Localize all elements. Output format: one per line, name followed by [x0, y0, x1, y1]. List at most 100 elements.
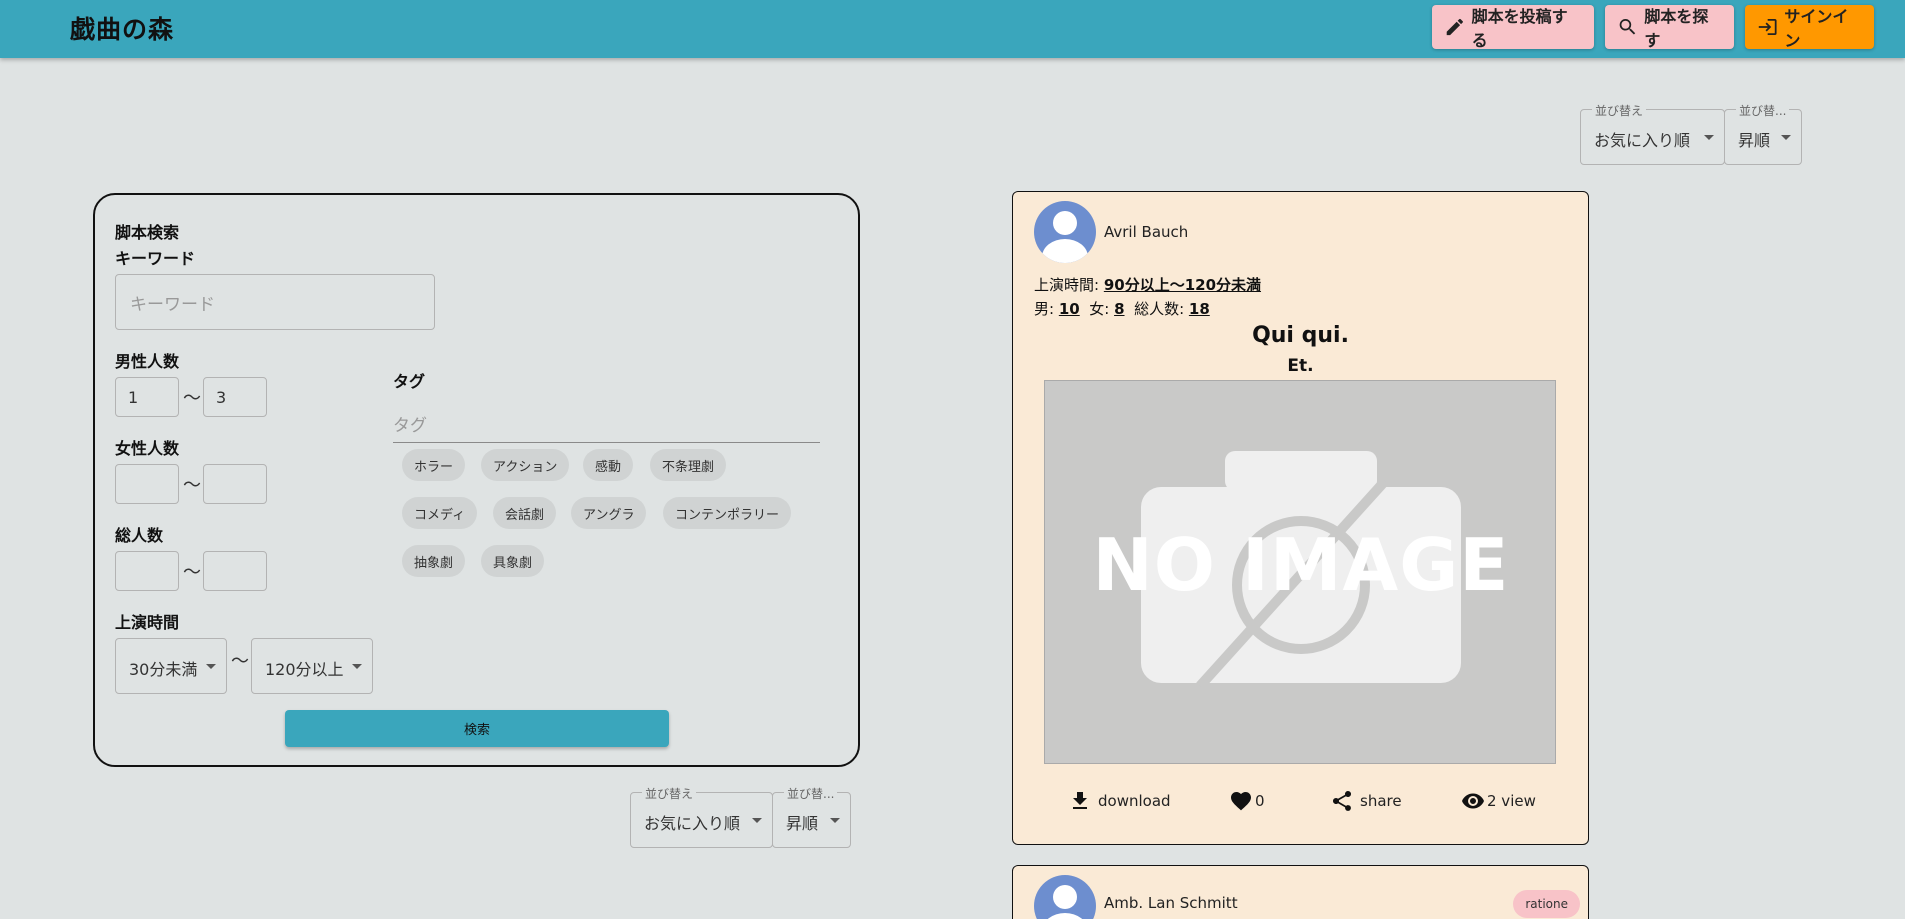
view-count-label: 2 view	[1487, 792, 1536, 810]
tag-chip[interactable]: コンテンポラリー	[663, 497, 792, 529]
eye-icon	[1462, 793, 1484, 809]
female-count-label: 女性人数	[115, 439, 180, 458]
order-select-label: 並び替...	[784, 785, 838, 802]
view-count: 2 view	[1461, 786, 1536, 816]
post-script-button[interactable]: 脚本を投稿する	[1432, 5, 1594, 50]
range-tilde: 〜	[183, 562, 201, 583]
sort-select-bottom[interactable]: 並び替え お気に入り順	[630, 785, 773, 848]
heart-icon	[1231, 792, 1251, 811]
share-button[interactable]: share	[1330, 786, 1402, 816]
tag-chip[interactable]: 不条理劇	[650, 449, 727, 481]
tag-input[interactable]: タグ	[393, 409, 820, 443]
find-script-label: 脚本を探す	[1644, 7, 1709, 50]
male-count-label: 男性人数	[115, 352, 180, 371]
tag-chip[interactable]: 抽象劇	[402, 545, 466, 577]
pencil-icon	[1446, 18, 1463, 36]
search-submit-button[interactable]: 検索	[285, 710, 669, 747]
performance-time-label: 上演時間	[115, 613, 180, 632]
total-value[interactable]: 18	[1189, 300, 1210, 318]
author-name[interactable]: Amb. Lan Schmitt	[1104, 894, 1238, 912]
caret-down-icon	[752, 818, 762, 823]
sign-in-label: サインイン	[1784, 7, 1849, 50]
time-max-select[interactable]: 120分以上	[251, 638, 373, 694]
total-min-input[interactable]	[115, 551, 179, 591]
sort-select-top[interactable]: 並び替え お気に入り順	[1580, 102, 1725, 165]
time-min-select[interactable]: 30分未満	[115, 638, 227, 694]
caret-down-icon	[206, 664, 216, 669]
no-image-text: NO IMAGE	[1092, 523, 1510, 607]
avatar[interactable]	[1034, 875, 1096, 919]
like-button[interactable]: 0	[1229, 786, 1265, 816]
keyword-input[interactable]: キーワード	[115, 274, 435, 330]
total-prefix: 総人数:	[1134, 300, 1189, 318]
avatar-body-shape	[1042, 239, 1088, 263]
caret-down-icon	[830, 818, 840, 823]
post-script-label: 脚本を投稿する	[1471, 7, 1568, 50]
sort-select-value: お気に入り順	[1594, 131, 1691, 150]
male-value[interactable]: 10	[1059, 300, 1080, 318]
male-max-input[interactable]: 3	[203, 377, 267, 417]
order-select-value: 昇順	[1738, 131, 1771, 150]
order-select-top[interactable]: 並び替... 昇順	[1724, 102, 1802, 165]
sort-select-label: 並び替え	[1592, 102, 1647, 119]
tag-chip[interactable]: ホラー	[402, 449, 466, 481]
avatar-head-shape	[1053, 211, 1077, 235]
tag-chip[interactable]: アクション	[481, 449, 570, 481]
tag-chip[interactable]: コメディ	[402, 497, 478, 529]
tag-chip[interactable]: 感動	[583, 449, 634, 481]
male-prefix: 男:	[1034, 300, 1059, 318]
tag-label: タグ	[393, 372, 426, 391]
time-prefix: 上演時間:	[1034, 276, 1104, 294]
female-value[interactable]: 8	[1114, 300, 1124, 318]
female-prefix: 女:	[1089, 300, 1115, 318]
avatar[interactable]	[1034, 201, 1096, 263]
time-min-value: 30分未満	[129, 660, 198, 679]
download-icon	[1073, 792, 1087, 809]
sign-in-button[interactable]: サインイン	[1745, 5, 1874, 50]
no-image-placeholder[interactable]: NO IMAGE	[1044, 380, 1556, 764]
total-count-label: 総人数	[115, 526, 164, 545]
share-label: share	[1360, 792, 1402, 810]
script-card[interactable]: Amb. Lan Schmitt ratione	[1012, 865, 1589, 919]
time-value[interactable]: 90分以上〜120分未満	[1104, 276, 1261, 294]
tag-chip[interactable]: 会話劇	[493, 497, 557, 529]
search-panel: 脚本検索 キーワード キーワード 男性人数 1 〜 3 女性人数 〜 総人数 〜…	[93, 193, 860, 767]
caret-down-icon	[1781, 135, 1791, 140]
tag-chip[interactable]: 具象劇	[481, 545, 545, 577]
order-select-value: 昇順	[786, 814, 819, 833]
find-script-button[interactable]: 脚本を探す	[1605, 5, 1734, 50]
author-name[interactable]: Avril Bauch	[1104, 223, 1188, 241]
performance-time-meta: 上演時間: 90分以上〜120分未満	[1034, 274, 1261, 295]
site-logo[interactable]: 戯曲の森	[70, 10, 174, 46]
login-icon	[1758, 18, 1777, 36]
tag-badge[interactable]: ratione	[1513, 890, 1580, 918]
caret-down-icon	[352, 664, 362, 669]
male-min-input[interactable]: 1	[115, 377, 179, 417]
female-max-input[interactable]	[203, 464, 267, 504]
order-select-label: 並び替...	[1736, 102, 1790, 119]
script-title[interactable]: Qui qui.	[1013, 323, 1588, 348]
download-button[interactable]: download	[1068, 786, 1171, 816]
range-tilde: 〜	[183, 388, 201, 409]
female-min-input[interactable]	[115, 464, 179, 504]
range-tilde: 〜	[231, 651, 249, 672]
sort-select-value: お気に入り順	[644, 814, 741, 833]
script-card[interactable]: Avril Bauch 上演時間: 90分以上〜120分未満 男: 10 女: …	[1012, 191, 1589, 845]
like-count: 0	[1255, 792, 1265, 810]
keyword-label: キーワード	[115, 249, 196, 268]
time-max-value: 120分以上	[265, 660, 344, 679]
avatar-body-shape	[1042, 913, 1088, 919]
app-bar: 戯曲の森 脚本を投稿する 脚本を探す サインイン	[0, 0, 1905, 58]
tag-chip[interactable]: アングラ	[571, 497, 647, 529]
order-select-bottom[interactable]: 並び替... 昇順	[772, 785, 851, 848]
script-subtitle: Et.	[1287, 356, 1314, 376]
caret-down-icon	[1704, 135, 1714, 140]
sort-select-label: 並び替え	[642, 785, 697, 802]
avatar-head-shape	[1053, 885, 1077, 909]
range-tilde: 〜	[183, 475, 201, 496]
total-max-input[interactable]	[203, 551, 267, 591]
download-label: download	[1098, 792, 1171, 810]
share-icon	[1333, 790, 1352, 811]
cast-meta: 男: 10 女: 8 総人数: 18	[1034, 298, 1210, 319]
search-icon	[1619, 18, 1636, 35]
